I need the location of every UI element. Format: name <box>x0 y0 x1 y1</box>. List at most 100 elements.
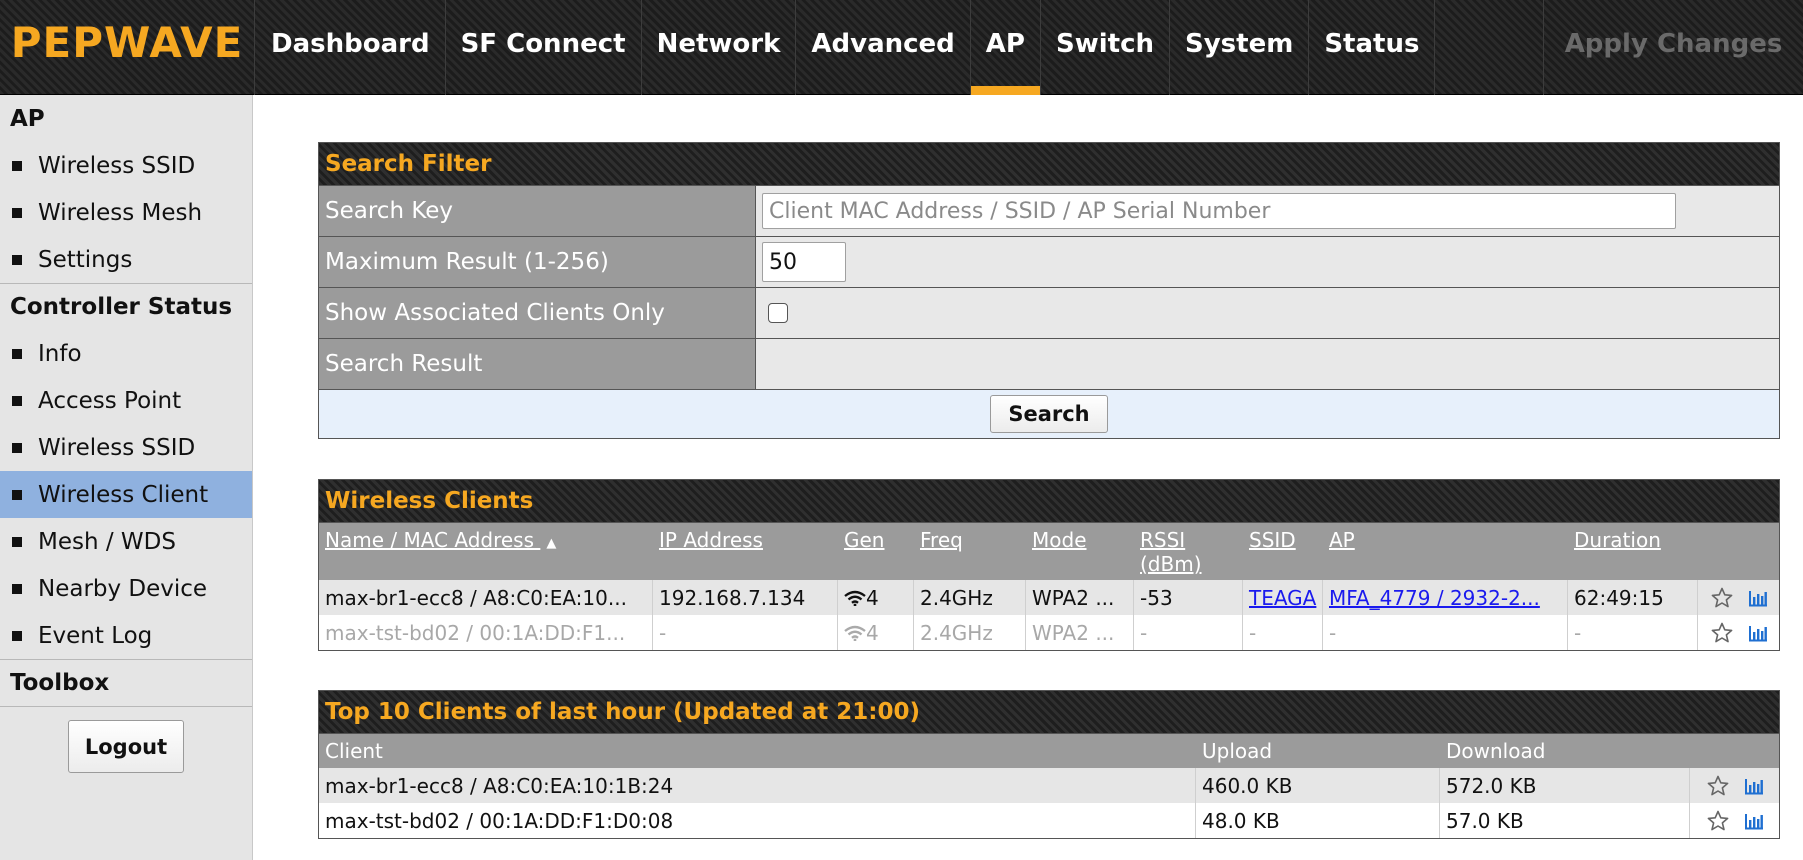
client-freq: 2.4GHz <box>914 580 1026 615</box>
col-freq[interactable]: Freq <box>914 523 1026 580</box>
search-key-row: Search Key <box>319 185 1779 236</box>
col-ssid[interactable]: SSID <box>1243 523 1323 580</box>
client-ip: 192.168.7.134 <box>653 580 838 615</box>
search-button[interactable]: Search <box>990 395 1108 433</box>
nav-advanced[interactable]: Advanced <box>796 0 971 95</box>
wifi-signal-icon <box>844 590 866 606</box>
sidebar-item-label: Info <box>38 340 82 367</box>
search-result-label: Search Result <box>319 339 756 389</box>
assoc-only-row: Show Associated Clients Only <box>319 287 1779 338</box>
max-result-cell <box>756 237 1779 287</box>
sidebar-item-info[interactable]: Info <box>0 330 252 377</box>
star-icon[interactable] <box>1706 809 1730 833</box>
sidebar-item-wireless-client[interactable]: Wireless Client <box>0 471 252 518</box>
col-duration[interactable]: Duration <box>1568 523 1698 580</box>
max-result-input[interactable] <box>762 242 846 282</box>
client-ap: - <box>1323 615 1568 650</box>
star-icon[interactable] <box>1706 774 1730 798</box>
max-result-label: Maximum Result (1-256) <box>319 237 756 287</box>
table-row[interactable]: max-tst-bd02 / 00:1A:DD:F1:D0:08 48.0 KB… <box>319 803 1779 838</box>
col-rssi[interactable]: RSSI (dBm) <box>1134 523 1243 580</box>
client-name: max-tst-bd02 / 00:1A:DD:F1... <box>319 615 653 650</box>
client-ap: MFA_4779 / 2932-2... <box>1323 580 1568 615</box>
client-duration: - <box>1568 615 1698 650</box>
sidebar-item-label: Wireless SSID <box>38 152 196 179</box>
sidebar-item-mesh-wds[interactable]: Mesh / WDS <box>0 518 252 565</box>
col-download: Download <box>1446 739 1546 763</box>
search-button-row: Search <box>319 389 1779 438</box>
bar-chart-icon[interactable] <box>1744 777 1764 795</box>
main-nav: Dashboard SF Connect Network Advanced AP… <box>256 0 1436 95</box>
client-rssi: - <box>1134 615 1243 650</box>
assoc-only-checkbox[interactable] <box>768 303 788 323</box>
top-client-download: 57.0 KB <box>1440 803 1690 838</box>
wireless-clients-panel: Wireless Clients Name / MAC Address ▲ IP… <box>318 479 1780 651</box>
col-upload: Upload <box>1202 739 1273 763</box>
client-freq: 2.4GHz <box>914 615 1026 650</box>
top-clients-panel: Top 10 Clients of last hour (Updated at … <box>318 690 1780 839</box>
star-icon[interactable] <box>1710 621 1734 645</box>
nav-system[interactable]: System <box>1170 0 1310 95</box>
search-filter-panel: Search Filter Search Key Maximum Result … <box>318 142 1780 439</box>
sidebar-item-label: Wireless Mesh <box>38 199 203 226</box>
table-row[interactable]: max-tst-bd02 / 00:1A:DD:F1... - 4 2.4GHz… <box>319 615 1779 650</box>
sidebar-item-label: Event Log <box>38 622 153 649</box>
client-gen: 4 <box>838 615 914 650</box>
row-actions <box>1690 768 1779 803</box>
sidebar-item-nearby-device[interactable]: Nearby Device <box>0 565 252 612</box>
wireless-clients-header: Name / MAC Address ▲ IP Address Gen Freq… <box>319 522 1779 580</box>
search-result-value <box>756 339 1779 389</box>
max-result-row: Maximum Result (1-256) <box>319 236 1779 287</box>
bar-chart-icon[interactable] <box>1748 624 1768 642</box>
client-ap-link[interactable]: MFA_4779 / 2932-2... <box>1329 586 1540 610</box>
sidebar-item-settings[interactable]: Settings <box>0 236 252 283</box>
col-gen[interactable]: Gen <box>838 523 914 580</box>
search-key-cell <box>756 186 1779 236</box>
nav-status[interactable]: Status <box>1309 0 1436 95</box>
sidebar-item-status-wireless-ssid[interactable]: Wireless SSID <box>0 424 252 471</box>
col-ap[interactable]: AP <box>1323 523 1568 580</box>
bullet-icon <box>12 489 22 500</box>
search-result-row: Search Result <box>319 338 1779 389</box>
bullet-icon <box>12 536 22 547</box>
bullet-icon <box>12 254 22 265</box>
col-name-mac[interactable]: Name / MAC Address ▲ <box>319 523 653 580</box>
star-icon[interactable] <box>1710 586 1734 610</box>
col-name-mac-label: Name / MAC Address <box>325 528 535 552</box>
search-filter-title: Search Filter <box>319 143 1779 185</box>
sidebar-item-wireless-ssid[interactable]: Wireless SSID <box>0 142 252 189</box>
bar-chart-icon[interactable] <box>1748 589 1768 607</box>
pepwave-logo[interactable]: PEPWAVE <box>0 0 255 95</box>
nav-dashboard[interactable]: Dashboard <box>256 0 446 95</box>
logout-container: Logout <box>0 706 252 786</box>
row-actions <box>1698 580 1779 615</box>
sidebar-item-event-log[interactable]: Event Log <box>0 612 252 659</box>
logout-button[interactable]: Logout <box>68 720 184 773</box>
sidebar-item-access-point[interactable]: Access Point <box>0 377 252 424</box>
bullet-icon <box>12 630 22 641</box>
sidebar: AP Wireless SSID Wireless Mesh Settings … <box>0 95 253 860</box>
search-key-input[interactable] <box>762 193 1676 229</box>
table-row[interactable]: max-br1-ecc8 / A8:C0:EA:10... 192.168.7.… <box>319 580 1779 615</box>
nav-switch[interactable]: Switch <box>1041 0 1170 95</box>
assoc-only-label: Show Associated Clients Only <box>319 288 756 338</box>
row-actions <box>1698 615 1779 650</box>
sidebar-item-label: Mesh / WDS <box>38 528 176 555</box>
top-client-upload: 48.0 KB <box>1196 803 1440 838</box>
client-mode: WPA2 ... <box>1026 580 1134 615</box>
nav-network[interactable]: Network <box>642 0 797 95</box>
bullet-icon <box>12 160 22 171</box>
logo-text: PEPWAVE <box>10 18 244 67</box>
col-mode[interactable]: Mode <box>1026 523 1134 580</box>
bullet-icon <box>12 207 22 218</box>
client-duration: 62:49:15 <box>1568 580 1698 615</box>
bar-chart-icon[interactable] <box>1744 812 1764 830</box>
nav-sf-connect[interactable]: SF Connect <box>446 0 642 95</box>
client-ssid-link[interactable]: TEAGA <box>1249 586 1316 610</box>
nav-ap[interactable]: AP <box>970 0 1041 95</box>
table-row[interactable]: max-br1-ecc8 / A8:C0:EA:10:1B:24 460.0 K… <box>319 768 1779 803</box>
sidebar-item-wireless-mesh[interactable]: Wireless Mesh <box>0 189 252 236</box>
sidebar-item-label: Wireless Client <box>38 481 209 508</box>
col-ip-address[interactable]: IP Address <box>653 523 838 580</box>
apply-changes-button[interactable]: Apply Changes <box>1543 0 1803 95</box>
